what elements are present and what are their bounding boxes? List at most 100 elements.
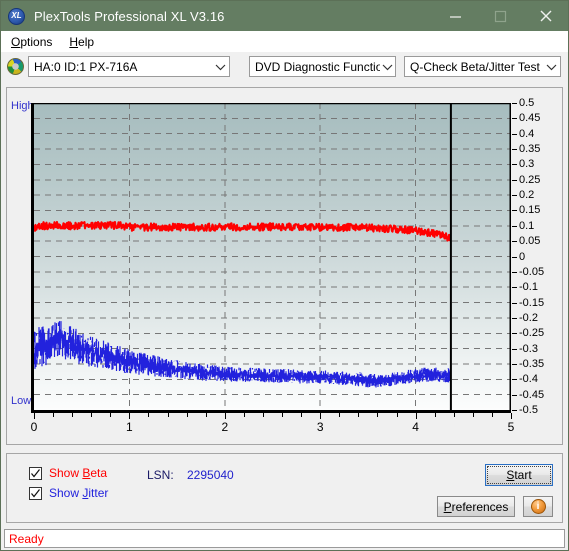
x-tick-mark [148, 413, 150, 417]
y-tick-label: 0.2 [519, 189, 535, 202]
show-jitter-label: Show Jitter [49, 486, 108, 500]
y-tick-label: -0.25 [519, 327, 545, 340]
x-tick-mark [396, 413, 398, 417]
preferences-button-label: Preferences [444, 500, 509, 514]
y-tick-mark [512, 302, 517, 304]
x-tick-mark [129, 413, 131, 419]
chart-panel: High Low 0.5 0.45 0.4 0.35 0.3 0.25 0.2 0.15 0.1… [6, 87, 563, 445]
show-beta-label: Show Beta [49, 466, 107, 480]
y-tick-mark [512, 241, 517, 243]
x-tick-mark [224, 413, 226, 419]
y-tick-mark [512, 287, 517, 289]
status-bar: Ready [4, 529, 565, 548]
show-jitter-checkbox[interactable] [29, 486, 42, 500]
window-title: PlexTools Professional XL V3.16 [34, 8, 225, 24]
x-tick-label: 1 [126, 420, 133, 434]
y-tick-mark [512, 410, 517, 411]
start-button-post: tart [514, 468, 532, 482]
show-jitter-label-pre: Show [49, 486, 83, 500]
menu-item-help[interactable]: Help [62, 33, 101, 51]
y-tick-mark [512, 103, 517, 104]
menu-item-options[interactable]: Options [4, 33, 59, 51]
y-tick-label: -0.15 [519, 296, 545, 309]
y-tick-label: 0.35 [519, 143, 541, 156]
toolbar: HA:0 ID:1 PX-716A DVD Diagnostic Functio… [1, 52, 568, 81]
function-select[interactable]: DVD Diagnostic Functions [249, 56, 396, 77]
y-tick-label: -0.3 [519, 342, 538, 355]
y-tick-mark [512, 225, 517, 227]
y-tick-mark [512, 118, 517, 120]
y-tick-mark [512, 363, 517, 365]
y-tick-label: 0.1 [519, 219, 535, 232]
show-beta-row[interactable]: Show Beta [29, 466, 107, 480]
y-tick-mark [512, 210, 517, 212]
chevron-down-icon [380, 63, 395, 71]
y-tick-label: 0.25 [519, 173, 541, 186]
close-icon [540, 10, 551, 22]
close-button[interactable] [523, 1, 568, 31]
x-tick-mark [434, 413, 436, 417]
preferences-button-post: references [451, 499, 509, 514]
preferences-button[interactable]: Preferences [437, 496, 515, 517]
y-tick-mark [512, 271, 517, 273]
test-select[interactable]: Q-Check Beta/Jitter Test [404, 56, 561, 77]
minimize-button[interactable] [433, 1, 478, 31]
controls-panel: Show Beta Show Jitter LSN: 2295040 Start… [6, 453, 563, 523]
x-tick-mark [72, 413, 74, 417]
disc-drive-icon [7, 58, 24, 75]
x-tick-mark [339, 413, 341, 417]
start-button-label: Start [506, 468, 531, 482]
x-tick-mark [34, 413, 35, 419]
x-tick-mark [186, 413, 188, 417]
x-tick-mark [110, 413, 112, 417]
plot-area [31, 103, 511, 413]
axis-label-low: Low [11, 395, 32, 407]
show-beta-label-post: eta [90, 466, 108, 480]
y-tick-label: 0 [519, 250, 526, 263]
y-tick-label: -0.45 [519, 388, 545, 401]
menu-item-help-label: elp [78, 34, 95, 49]
x-tick-mark [205, 413, 207, 417]
x-tick-mark [320, 413, 322, 419]
chevron-down-icon [543, 63, 560, 71]
x-tick-mark [53, 413, 55, 417]
y-tick-mark [512, 256, 517, 258]
info-button[interactable]: i [523, 496, 553, 517]
y-tick-mark [512, 149, 517, 151]
x-tick-mark [243, 413, 245, 417]
show-jitter-row[interactable]: Show Jitter [29, 486, 108, 500]
y-tick-mark [512, 195, 517, 197]
x-tick-mark [511, 413, 512, 419]
y-tick-mark [512, 379, 517, 381]
function-select-value: DVD Diagnostic Functions [255, 59, 380, 74]
drive-select-value: HA:0 ID:1 PX-716A [34, 59, 138, 74]
x-tick-label: 3 [316, 420, 324, 434]
y-tick-label: 0.15 [519, 204, 541, 217]
checkmark-icon [31, 488, 40, 497]
y-tick-label: 0.05 [519, 235, 541, 248]
show-beta-checkbox[interactable] [29, 466, 42, 480]
x-tick-mark [301, 413, 303, 417]
test-select-value: Q-Check Beta/Jitter Test [410, 59, 540, 74]
y-tick-label: -0.2 [519, 311, 538, 324]
drive-select[interactable]: HA:0 ID:1 PX-716A [28, 56, 230, 77]
y-tick-label: 0.3 [519, 158, 535, 171]
y-tick-mark [512, 179, 517, 181]
y-tick-label: -0.1 [519, 281, 538, 294]
menu-bar: Options Help [1, 31, 568, 52]
x-tick-label: 2 [221, 420, 229, 434]
y-tick-mark [512, 133, 517, 135]
show-beta-label-pre: Show [49, 466, 83, 480]
info-icon: i [530, 499, 546, 514]
preferences-button-accel: P [443, 499, 452, 514]
x-tick-mark [91, 413, 93, 417]
maximize-button[interactable] [478, 1, 523, 31]
x-tick-mark [472, 413, 474, 417]
x-tick-mark [491, 413, 493, 417]
x-tick-label: 5 [507, 420, 515, 434]
y-tick-label: 0.4 [519, 127, 535, 140]
start-button[interactable]: Start [485, 464, 553, 486]
x-tick-mark [453, 413, 455, 417]
app-icon: XL [8, 7, 25, 25]
y-tick-mark [512, 317, 517, 319]
